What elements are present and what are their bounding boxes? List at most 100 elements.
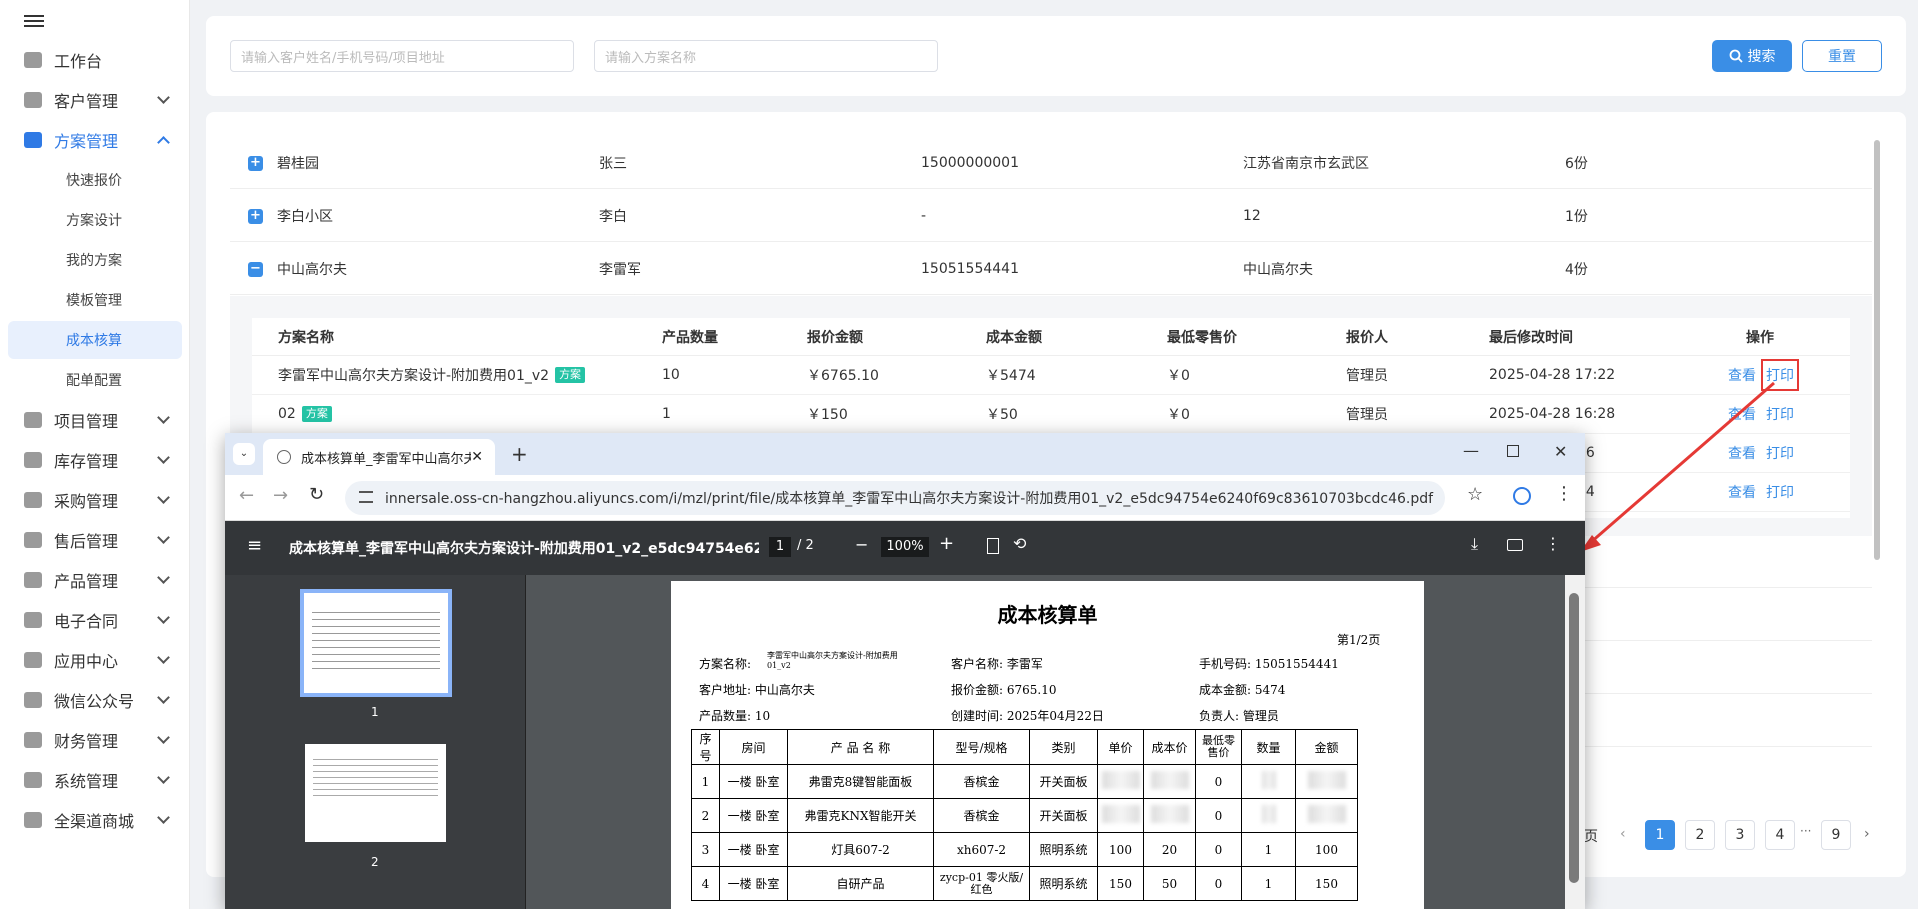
thumbnail-page[interactable] (300, 589, 452, 697)
redaction-blur (1101, 771, 1140, 789)
pdf-table-row: 1 一楼 卧室 弗雷克8键智能面板 香槟金 开关面板 0 (691, 764, 1358, 799)
pdf-cell-redacted (1097, 764, 1144, 799)
pdf-cell: 150 (1097, 866, 1144, 901)
pdf-plan-label: 方案名称: (699, 657, 752, 671)
pdf-page-info: 第1/2页 (1337, 633, 1381, 647)
pdf-cell: xh607-2 (933, 832, 1030, 867)
pdf-cell: 开关面板 (1029, 764, 1098, 799)
browser-window: ⌄ 成本核算单_李雷军中山高尔夫 ✕ + — ✕ ← → ↻ innersale… (225, 433, 1585, 909)
pdf-col-header: 房间 (719, 729, 788, 765)
pdf-cell: 0 (1195, 764, 1242, 799)
download-icon[interactable]: ⤓ (1471, 534, 1478, 554)
fit-page-icon[interactable] (987, 538, 999, 554)
more-vert-icon[interactable]: ⋮ (1555, 483, 1573, 504)
arrow-line (1589, 381, 1775, 545)
pdf-scroll-thumb[interactable] (1569, 593, 1579, 883)
pdf-title: 成本核算单_李雷军中山高尔夫方案设计-附加费用01_v2_e5dc94754e6… (289, 541, 759, 557)
pdf-cell: 照明系统 (1029, 832, 1098, 867)
pdf-page-title: 成本核算单 (997, 603, 1098, 627)
reload-icon[interactable]: ↻ (309, 484, 324, 505)
tab-search-chevron-icon[interactable]: ⌄ (233, 443, 255, 465)
pdf-cell: 一楼 卧室 (719, 866, 788, 901)
pdf-phone: 手机号码: 15051554441 (1199, 657, 1339, 671)
zoom-out-icon[interactable]: − (855, 535, 868, 554)
pdf-cell: 100 (1097, 832, 1144, 867)
rotate-icon[interactable]: ⟲ (1013, 534, 1026, 553)
pdf-page: 成本核算单 第1/2页 方案名称: 李雷军中山高尔夫方案设计-附加费用01_v2… (671, 581, 1424, 909)
browser-tab[interactable]: 成本核算单_李雷军中山高尔夫 ✕ (263, 439, 495, 475)
thumbnail-content (312, 607, 440, 669)
pdf-viewer: 1 2 成本核算单 第1/2页 方案名称: 李雷军中山高尔夫方案设计-附加费用0… (225, 575, 1585, 909)
pdf-cell-redacted (1241, 764, 1296, 799)
back-icon[interactable]: ← (239, 485, 254, 506)
pdf-cell: 0 (1195, 798, 1242, 833)
zoom-in-icon[interactable]: + (939, 533, 954, 554)
pdf-col-header: 序号 (691, 729, 720, 765)
profile-icon[interactable] (1513, 487, 1531, 505)
star-icon[interactable]: ☆ (1467, 484, 1483, 505)
redaction-blur (1307, 771, 1346, 789)
browser-tabbar: ⌄ 成本核算单_李雷军中山高尔夫 ✕ + — ✕ (225, 433, 1585, 475)
pdf-cell: 0 (1195, 866, 1242, 901)
pdf-cell: 一楼 卧室 (719, 798, 788, 833)
pdf-cell: 香槟金 (933, 764, 1030, 799)
pdf-col-header: 数量 (1241, 729, 1296, 765)
pdf-address: 客户地址: 中山高尔夫 (699, 683, 815, 697)
thumbnail-page[interactable] (305, 744, 446, 842)
maximize-icon[interactable] (1507, 445, 1519, 457)
minimize-icon[interactable]: — (1463, 441, 1479, 460)
pdf-cell: 一楼 卧室 (719, 764, 788, 799)
site-settings-icon[interactable] (359, 491, 373, 503)
more-vert-icon[interactable]: ⋮ (1545, 534, 1561, 553)
close-window-icon[interactable]: ✕ (1554, 442, 1567, 461)
pdf-quote: 报价金额: 6765.10 (951, 683, 1057, 697)
printer-icon[interactable] (1507, 539, 1523, 551)
pdf-cell: zycp-01 零火版/红色 (933, 866, 1030, 901)
pdf-created: 创建时间: 2025年04月22日 (951, 709, 1104, 723)
thumbnail-label: 1 (371, 705, 379, 719)
thumbnail-sidebar: 1 2 (225, 575, 526, 909)
pdf-cell: 2 (691, 798, 720, 833)
pdf-cell: 1 (1241, 832, 1296, 867)
page-total: / 2 (797, 538, 814, 553)
pdf-cell-redacted (1295, 798, 1358, 833)
forward-icon[interactable]: → (273, 485, 288, 506)
pdf-qty: 产品数量: 10 (699, 709, 771, 723)
pdf-cell: 150 (1295, 866, 1358, 901)
thumbnail-label: 2 (371, 855, 379, 869)
redaction-blur (1150, 805, 1189, 823)
pdf-cell: 4 (691, 866, 720, 901)
zoom-input[interactable]: 100% (881, 537, 929, 557)
menu-icon[interactable]: ≡ (247, 535, 262, 556)
pdf-cell-redacted (1295, 764, 1358, 799)
pdf-cell: 100 (1295, 832, 1358, 867)
pdf-col-header: 最低零售价 (1195, 729, 1242, 765)
pdf-scrollbar[interactable] (1565, 575, 1585, 909)
pdf-col-header: 型号/规格 (933, 729, 1030, 765)
pdf-cell-redacted (1143, 798, 1196, 833)
url-field[interactable]: innersale.oss-cn-hangzhou.aliyuncs.com/i… (345, 481, 1445, 515)
redaction-blur (1261, 771, 1276, 789)
pdf-cell: 弗雷克KNX智能开关 (787, 798, 934, 833)
pdf-table-row: 4 一楼 卧室 自研产品 zycp-01 零火版/红色 照明系统 150 50 … (691, 866, 1358, 901)
pdf-cell: 20 (1143, 832, 1196, 867)
pdf-table-row: 2 一楼 卧室 弗雷克KNX智能开关 香槟金 开关面板 0 (691, 798, 1358, 833)
pdf-col-header: 产 品 名 称 (787, 729, 934, 765)
tab-title: 成本核算单_李雷军中山高尔夫 (301, 451, 471, 467)
page-number-input[interactable]: 1 (769, 537, 791, 557)
pdf-plan-value: 李雷军中山高尔夫方案设计-附加费用01_v2 (767, 651, 898, 670)
pdf-cell: 一楼 卧室 (719, 832, 788, 867)
pdf-cell: 50 (1143, 866, 1196, 901)
redaction-blur (1150, 771, 1189, 789)
globe-icon (277, 450, 291, 464)
pdf-cell-redacted (1097, 798, 1144, 833)
new-tab-icon[interactable]: + (511, 442, 528, 466)
pdf-cell: 照明系统 (1029, 866, 1098, 901)
pdf-cell: 弗雷克8键智能面板 (787, 764, 934, 799)
close-tab-icon[interactable]: ✕ (471, 449, 483, 465)
pdf-customer: 客户名称: 李雷军 (951, 657, 1043, 671)
pdf-owner: 负责人: 管理员 (1199, 709, 1279, 723)
pdf-cell: 0 (1195, 832, 1242, 867)
url-text: innersale.oss-cn-hangzhou.aliyuncs.com/i… (385, 491, 1434, 507)
pdf-cell-redacted (1143, 764, 1196, 799)
